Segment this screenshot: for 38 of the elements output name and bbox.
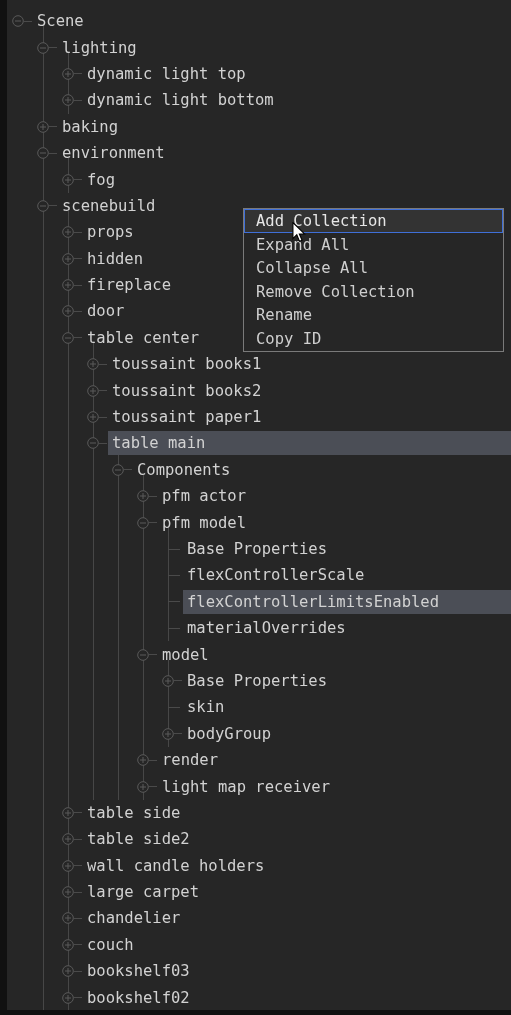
tree-item[interactable]: table side xyxy=(83,800,511,825)
tree-item[interactable]: bookshelf02 xyxy=(83,985,511,1010)
tree-item[interactable]: large carpet xyxy=(83,880,511,905)
menu-item[interactable]: Copy ID xyxy=(244,326,503,351)
tree-item[interactable]: pfm model xyxy=(158,510,511,535)
tree-item[interactable]: materialOverrides xyxy=(183,616,511,641)
tree-item[interactable]: Scene xyxy=(33,9,511,34)
tree-item[interactable]: fog xyxy=(83,167,511,192)
tree-item[interactable]: toussaint paper1 xyxy=(108,405,511,430)
tree-item[interactable]: Base Properties xyxy=(183,537,511,561)
menu-item[interactable]: Collapse All xyxy=(244,256,503,280)
tree-item[interactable]: light map receiver xyxy=(158,774,511,799)
menu-item[interactable]: Rename xyxy=(244,303,503,327)
tree-item[interactable]: bodyGroup xyxy=(183,721,511,746)
tree-item[interactable]: wall candle holders xyxy=(83,853,511,878)
tree-item[interactable]: table side2 xyxy=(83,827,511,852)
tree-item[interactable]: dynamic light bottom xyxy=(83,88,511,113)
menu-item[interactable]: Add Collection xyxy=(244,209,503,233)
tree-item[interactable]: dynamic light top xyxy=(83,61,511,86)
tree-item[interactable]: bookshelf03 xyxy=(83,959,511,984)
tree-item[interactable]: pfm actor xyxy=(158,484,511,509)
tree-item[interactable]: environment xyxy=(58,141,511,166)
tree-item[interactable]: flexControllerLimitsEnabled xyxy=(183,589,511,614)
tree-item[interactable]: Components xyxy=(133,457,511,482)
tree-item[interactable]: render xyxy=(158,748,511,773)
tree-item[interactable]: baking xyxy=(58,114,511,139)
tree-item[interactable]: toussaint books1 xyxy=(108,352,511,377)
tree-item[interactable]: toussaint books2 xyxy=(108,378,511,403)
tree-item[interactable]: skin xyxy=(183,695,511,720)
tree-item[interactable]: flexControllerScale xyxy=(183,563,511,588)
menu-item[interactable]: Remove Collection xyxy=(244,279,503,304)
tree-item[interactable]: Base Properties xyxy=(183,668,511,693)
tree-item[interactable]: lighting xyxy=(58,35,511,60)
menu-item[interactable]: Expand All xyxy=(244,232,503,257)
tree-item[interactable]: model xyxy=(158,642,511,667)
tree-item[interactable]: table main xyxy=(108,431,511,456)
tree-item[interactable]: couch xyxy=(83,932,511,957)
tree-item[interactable]: chandelier xyxy=(83,906,511,931)
